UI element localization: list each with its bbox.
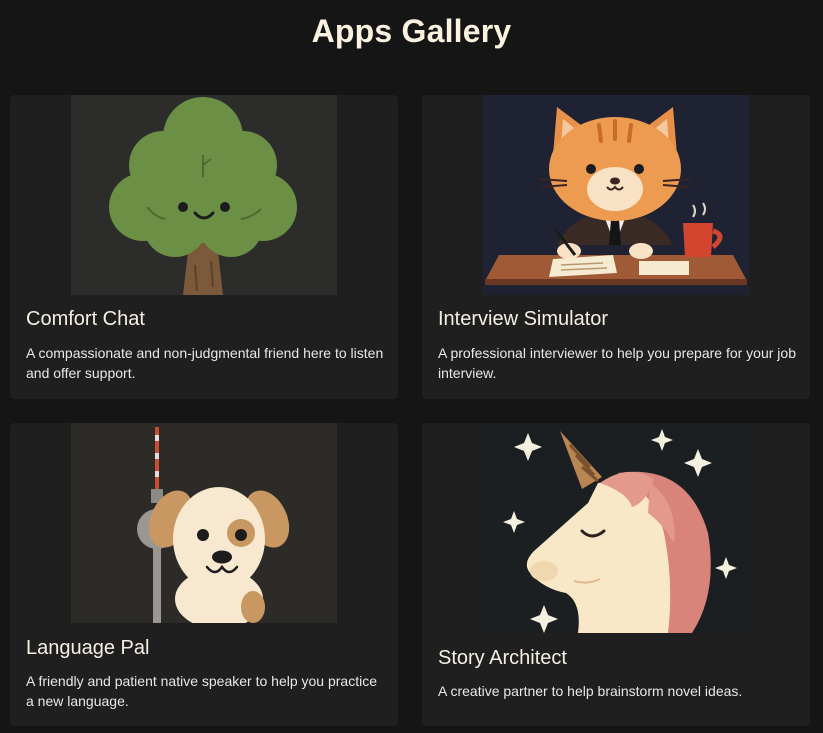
app-description: A compassionate and non-judgmental frien…	[26, 345, 384, 381]
puppy-tv-tower-icon	[71, 423, 337, 623]
app-description: A friendly and patient native speaker to…	[26, 673, 377, 709]
cat-in-suit-icon	[483, 95, 749, 295]
smiling-tree-icon	[71, 95, 337, 295]
app-card-comfort-chat[interactable]: Comfort Chat A compassionate and non-jud…	[10, 95, 398, 399]
app-title: Language Pal	[26, 637, 150, 659]
app-title: Story Architect	[438, 647, 567, 669]
apps-gallery-page: Apps Gallery Comfort Chat A compassionat…	[0, 0, 823, 733]
app-description: A professional interviewer to help you p…	[438, 345, 796, 381]
app-card-interview-simulator[interactable]: Interview Simulator A professional inter…	[422, 95, 810, 399]
app-title: Comfort Chat	[26, 308, 145, 330]
app-description: A creative partner to help brainstorm no…	[438, 683, 743, 699]
unicorn-icon	[478, 423, 754, 633]
app-card-story-architect[interactable]: Story Architect A creative partner to he…	[422, 423, 810, 726]
page-title: Apps Gallery	[311, 13, 512, 49]
app-card-language-pal[interactable]: Language Pal A friendly and patient nati…	[10, 423, 398, 726]
app-title: Interview Simulator	[438, 308, 609, 330]
